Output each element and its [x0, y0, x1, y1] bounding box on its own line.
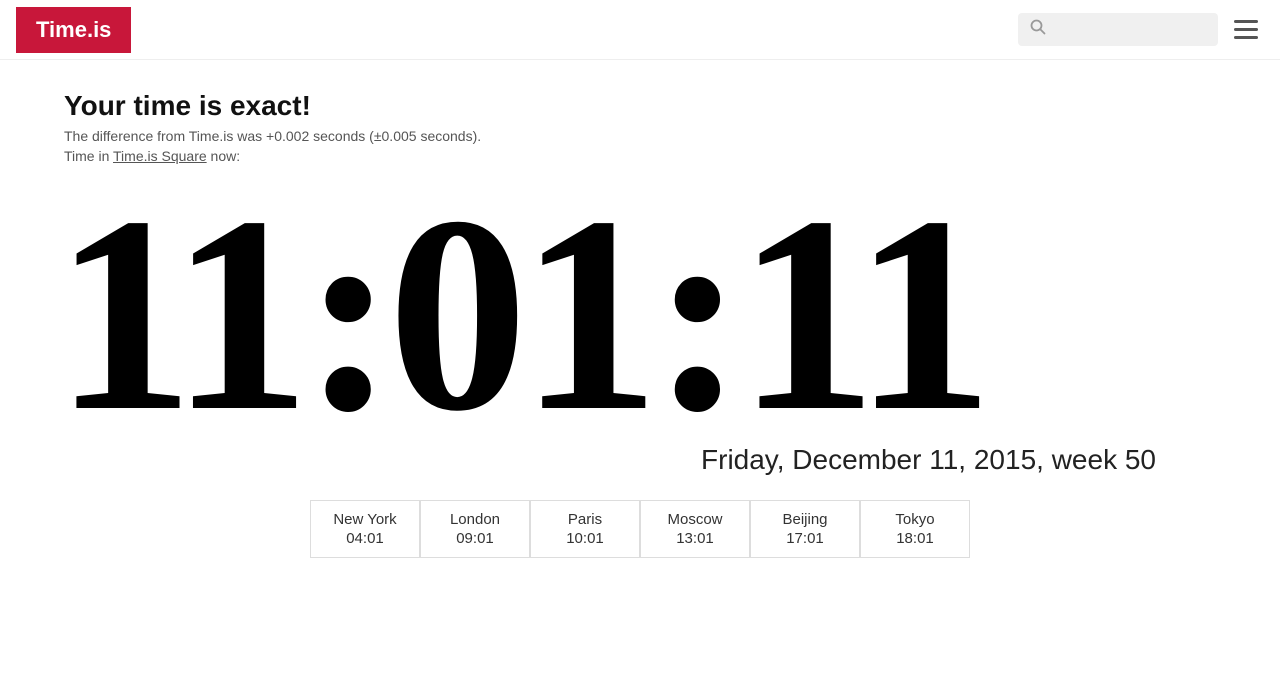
city-card[interactable]: Paris 10:01: [530, 500, 640, 558]
city-time: 04:01: [331, 530, 399, 547]
city-name: New York: [331, 511, 399, 528]
hamburger-line-1: [1234, 20, 1258, 23]
header-right: [1018, 13, 1264, 46]
city-time: 09:01: [441, 530, 509, 547]
city-name: Moscow: [661, 511, 729, 528]
accuracy-section: Your time is exact! The difference from …: [64, 90, 1216, 164]
main-content: Your time is exact! The difference from …: [0, 60, 1280, 588]
accuracy-heading: Your time is exact!: [64, 90, 1216, 122]
city-time: 13:01: [661, 530, 729, 547]
search-icon: [1030, 19, 1046, 40]
city-name: Paris: [551, 511, 619, 528]
city-time: 18:01: [881, 530, 949, 547]
search-bar[interactable]: [1018, 13, 1218, 46]
hamburger-line-3: [1234, 36, 1258, 39]
big-clock: 11:01:11: [54, 174, 1216, 454]
city-name: London: [441, 511, 509, 528]
hamburger-line-2: [1234, 28, 1258, 31]
city-time: 10:01: [551, 530, 619, 547]
world-cities: New York 04:01 London 09:01 Paris 10:01 Moscow…: [64, 500, 1216, 558]
city-time: 17:01: [771, 530, 839, 547]
city-card[interactable]: Moscow 13:01: [640, 500, 750, 558]
city-card[interactable]: Tokyo 18:01: [860, 500, 970, 558]
hamburger-button[interactable]: [1228, 14, 1264, 45]
city-card[interactable]: London 09:01: [420, 500, 530, 558]
city-card[interactable]: New York 04:01: [310, 500, 420, 558]
header: Time.is: [0, 0, 1280, 60]
city-name: Beijing: [771, 511, 839, 528]
search-input[interactable]: [1052, 22, 1206, 38]
city-name: Tokyo: [881, 511, 949, 528]
city-card[interactable]: Beijing 17:01: [750, 500, 860, 558]
accuracy-detail: The difference from Time.is was +0.002 s…: [64, 128, 1216, 144]
logo[interactable]: Time.is: [16, 7, 131, 53]
